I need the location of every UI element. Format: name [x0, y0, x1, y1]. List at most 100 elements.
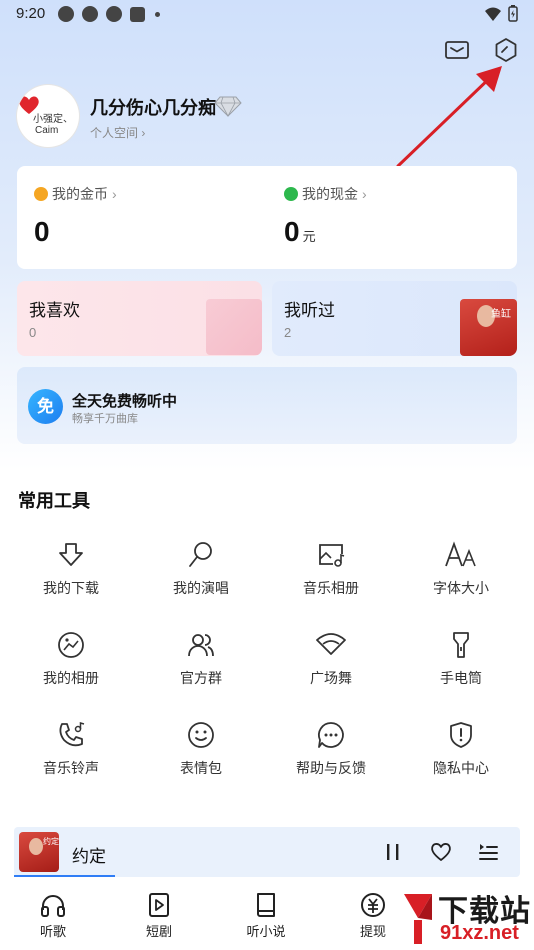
cash-value-row: 0元 [284, 216, 367, 248]
free-badge-icon: 免 [28, 389, 63, 424]
chevron-right-icon: › [112, 186, 117, 202]
group-icon [188, 634, 214, 657]
likes-cover-placeholder [206, 299, 262, 355]
avatar-text-line2: Caim [35, 125, 59, 136]
cash-value: 0 [284, 216, 300, 247]
player-cover: 约定 [19, 832, 59, 872]
tool-label: 帮助与反馈 [296, 760, 366, 776]
player-progress-bar [14, 875, 116, 877]
chevron-right-icon: › [362, 186, 367, 202]
nav-label: 短剧 [145, 924, 172, 939]
diamond-vip-icon[interactable] [214, 95, 242, 117]
tool-ringtone[interactable]: 音乐铃声 [16, 720, 126, 778]
tool-label: 官方群 [180, 670, 222, 686]
cash-section[interactable]: 我的现金 › 0元 [284, 184, 367, 248]
cover-portrait [29, 838, 43, 855]
tool-my-download[interactable]: 我的下载 [16, 540, 126, 598]
privacy-shield-icon [450, 722, 472, 748]
tool-my-singing[interactable]: 我的演唱 [146, 540, 256, 598]
font-size-icon [445, 541, 476, 567]
recent-album-cover: 鱼缸 [460, 299, 517, 356]
nav-label: 听小说 [246, 924, 286, 939]
tool-help-feedback[interactable]: 帮助与反馈 [276, 720, 386, 778]
recently-played-count: 2 [284, 325, 292, 340]
avatar[interactable]: 小强定、 Caim [17, 85, 79, 147]
cover-text: 鱼缸 [491, 309, 511, 320]
book-icon [257, 893, 275, 917]
wifi-icon [485, 7, 501, 21]
avatar-text-line1: 小强定、 [33, 114, 73, 125]
app-notification-icon-2 [106, 6, 122, 22]
free-banner-subtitle: 畅享千万曲库 [72, 413, 138, 425]
personal-space-link[interactable]: 个人空间 › [90, 124, 145, 141]
video-play-icon [149, 893, 169, 917]
wallet-card: 我的金币 › 0 我的现金 › 0元 [17, 166, 517, 269]
free-listening-banner[interactable]: 免 全天免费畅听中 畅享千万曲库 [17, 367, 517, 444]
site-watermark: 下载站 91xz.net [398, 886, 534, 950]
user-name[interactable]: 几分伤心几分痴 [90, 94, 216, 120]
annotation-arrow [396, 66, 502, 168]
cash-unit: 元 [302, 229, 316, 244]
app-notification-icon [82, 6, 98, 22]
nav-audiobooks[interactable]: 听小说 [231, 892, 301, 940]
tool-stickers[interactable]: 表情包 [146, 720, 256, 778]
cash-label: 我的现金 [302, 186, 358, 202]
pause-icon[interactable] [382, 841, 404, 863]
coins-label: 我的金币 [52, 186, 108, 202]
tool-label: 我的相册 [43, 670, 99, 686]
tool-official-group[interactable]: 官方群 [146, 630, 256, 688]
player-cover-text: 约定 [43, 837, 59, 846]
tool-font-size[interactable]: 字体大小 [406, 540, 516, 598]
help-chat-icon [318, 722, 344, 748]
cash-icon [361, 893, 385, 917]
coins-section[interactable]: 我的金币 › 0 [34, 184, 117, 248]
watermark-logo [404, 894, 432, 944]
nav-short-drama[interactable]: 短剧 [124, 892, 194, 940]
player-song-title: 约定 [72, 847, 106, 866]
my-likes-card[interactable]: 我喜欢 0 [17, 281, 262, 356]
battery-icon [508, 5, 518, 22]
recently-played-card[interactable]: 我听过 2 鱼缸 [272, 281, 517, 356]
cash-icon [284, 187, 298, 201]
tool-my-photos[interactable]: 我的相册 [16, 630, 126, 688]
tool-privacy-center[interactable]: 隐私中心 [406, 720, 516, 778]
tool-label: 广场舞 [310, 670, 352, 686]
status-bar: 9:20 [0, 0, 534, 28]
tool-square-dance[interactable]: 广场舞 [276, 630, 386, 688]
tool-label: 我的演唱 [173, 580, 229, 596]
cash-label-row: 我的现金 › [284, 184, 367, 204]
status-time: 9:20 [16, 5, 46, 22]
playlist-icon[interactable] [476, 841, 500, 863]
my-likes-count: 0 [29, 325, 37, 340]
kuwo-notification-icon [58, 6, 74, 22]
tool-label: 音乐铃声 [43, 760, 99, 776]
tool-label: 我的下载 [43, 580, 99, 596]
tool-flashlight[interactable]: 手电筒 [406, 630, 516, 688]
tool-label: 音乐相册 [303, 580, 359, 596]
tool-label: 表情包 [180, 760, 222, 776]
smile-icon [188, 722, 214, 748]
ringtone-icon [59, 722, 85, 747]
more-notifications-dot [155, 11, 160, 17]
status-right [484, 5, 518, 22]
mini-player[interactable]: 约定 约定 [14, 827, 520, 877]
nav-label: 听歌 [39, 924, 66, 939]
coins-value: 0 [34, 216, 50, 247]
square-notification-icon [130, 6, 145, 22]
tool-music-album[interactable]: 音乐相册 [276, 540, 386, 598]
status-notification-icons [58, 6, 160, 22]
tool-label: 手电筒 [440, 670, 482, 686]
nav-listen-songs[interactable]: 听歌 [18, 892, 88, 940]
watermark-url: 91xz.net [440, 922, 519, 944]
headphones-icon [41, 895, 65, 917]
heart-outline-icon[interactable] [429, 841, 453, 863]
recently-played-title: 我听过 [284, 301, 335, 320]
tool-label: 字体大小 [433, 580, 489, 596]
tools-section-title: 常用工具 [18, 491, 90, 511]
photo-album-icon [58, 632, 84, 658]
download-icon [59, 543, 83, 566]
coin-icon [34, 187, 48, 201]
my-likes-title: 我喜欢 [29, 301, 80, 320]
microphone-icon [189, 542, 212, 567]
tool-label: 隐私中心 [433, 760, 489, 776]
